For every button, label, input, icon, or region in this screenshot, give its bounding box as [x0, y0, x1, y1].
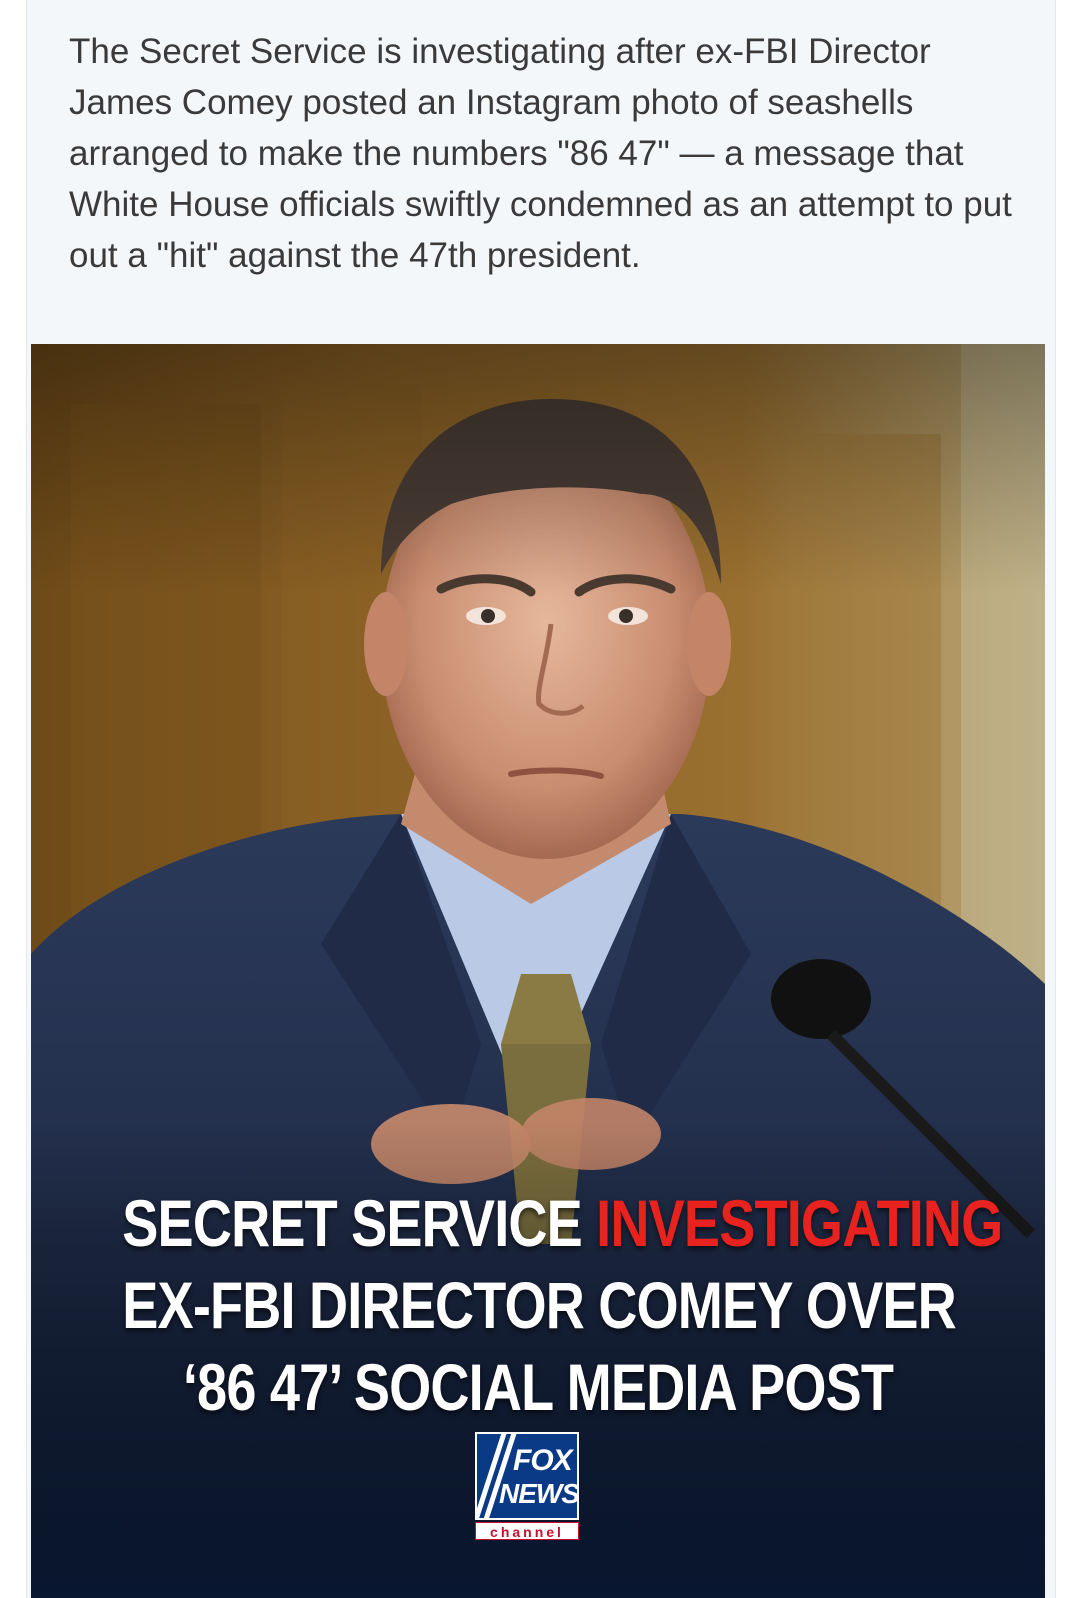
post-text: The Secret Service is investigating afte… — [69, 32, 1012, 275]
logo-word-fox: FOX — [513, 1444, 573, 1477]
news-photo[interactable]: SECRET SERVICE INVESTIGATING EX-FBI DIRE… — [31, 344, 1045, 1598]
headline-line-2: EX-FBI DIRECTOR COMEY OVER — [122, 1268, 957, 1342]
headline-line-1: SECRET SERVICE INVESTIGATING — [122, 1182, 1003, 1264]
headline: SECRET SERVICE INVESTIGATING EX-FBI DIRE… — [122, 1182, 1003, 1428]
logo-word-news: NEWS — [499, 1478, 579, 1509]
headline-line-3: ‘86 47’ SOCIAL MEDIA POST — [182, 1350, 894, 1424]
fox-news-logo: FOX NEWS channel — [475, 1432, 581, 1544]
headline-line-1-white: SECRET SERVICE — [122, 1186, 597, 1260]
headline-highlight: INVESTIGATING — [596, 1186, 1003, 1260]
logo-box: FOX NEWS — [475, 1432, 579, 1520]
logo-word-channel: channel — [475, 1522, 579, 1540]
